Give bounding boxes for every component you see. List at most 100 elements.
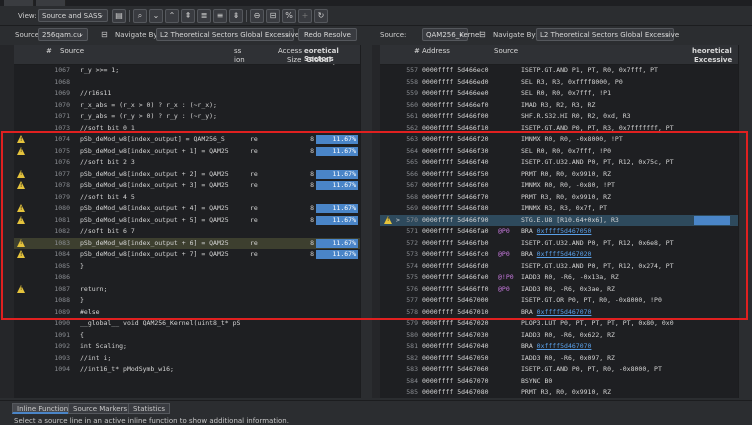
tab-statistics[interactable]: Statistics bbox=[128, 403, 170, 414]
table-row[interactable]: 557 0000ffff 5d466ec0 ISETP.GT.AND P1, PT,… bbox=[380, 65, 738, 77]
table-row[interactable]: 582 0000ffff 5d467050 IADD3 R0, -R6, 0x097… bbox=[380, 353, 738, 365]
unlink-icon[interactable]: ⊟ bbox=[266, 9, 280, 23]
table-row[interactable]: 579 0000ffff 5d467020 PLOP3.LUT P0, PT, PT… bbox=[380, 318, 738, 330]
table-row[interactable]: 1086 bbox=[14, 272, 360, 284]
percent-icon[interactable]: % bbox=[282, 9, 296, 23]
table-row[interactable]: 581 0000ffff 5d467040 BRA 0xffff5d467070 bbox=[380, 341, 738, 353]
table-row[interactable]: 1088} bbox=[14, 295, 360, 307]
table-row[interactable]: 572 0000ffff 5d466fb0 ISETP.GT.U32.AND P0,… bbox=[380, 238, 738, 250]
line-number: 1087 bbox=[54, 284, 70, 293]
table-row[interactable]: 560 0000ffff 5d466ef0 IMAD R3, R2, R3, RZ bbox=[380, 100, 738, 112]
table-row[interactable]: 566 0000ffff 5d466f50 PRMT R0, R0, 0x9910,… bbox=[380, 169, 738, 181]
redo-resolve-button[interactable]: Redo Resolve bbox=[298, 28, 357, 41]
table-row[interactable]: 1094 //int16_t* pModSymb_w16; bbox=[14, 364, 360, 376]
table-row[interactable]: 1068 bbox=[14, 77, 360, 89]
table-row[interactable]: 1090 __global__ void QAM256_Kernel(uint8_… bbox=[14, 318, 360, 330]
table-row[interactable]: 578 0000ffff 5d467010 BRA 0xffff5d467070 bbox=[380, 307, 738, 319]
table-row[interactable]: >5700000ffff 5d466f90STG.E.U8 [R10.64+0x… bbox=[380, 214, 738, 226]
table-row[interactable]: 1078 pSb_deMod_w8[index_output + 3] = QAM… bbox=[14, 180, 360, 192]
table-row[interactable]: 583 0000ffff 5d467060 ISETP.GT.AND P0, PT,… bbox=[380, 364, 738, 376]
table-row[interactable]: 571 0000ffff 5d466fa0 @P0 BRA 0xffff5d46705… bbox=[380, 226, 738, 238]
table-row[interactable]: 1087 return; bbox=[14, 284, 360, 296]
table-row[interactable]: 564 0000ffff 5d466f30 SEL R0, R0, 0x7fff, … bbox=[380, 146, 738, 158]
table-row[interactable]: 577 0000ffff 5d467000 ISETP.GT.OR P0, PT, … bbox=[380, 295, 738, 307]
search-icon[interactable]: ⌕ bbox=[133, 9, 147, 23]
table-row[interactable]: 580 0000ffff 5d467030 IADD3 R0, -R6, 0x622… bbox=[380, 330, 738, 342]
col-access-size-a[interactable]: Access bbox=[278, 47, 302, 55]
left-scrollbar[interactable] bbox=[360, 45, 370, 398]
table-row[interactable]: 1083 pSb_deMod_w8[index_output + 6] = QAM… bbox=[14, 237, 360, 249]
access-size: 8 bbox=[310, 238, 314, 247]
warning-icon bbox=[17, 284, 25, 293]
table-row[interactable]: 1077 pSb_deMod_w8[index_output + 2] = QAM… bbox=[14, 169, 360, 181]
table-row[interactable]: 1084 pSb_deMod_w8[index_output + 7] = QAM… bbox=[14, 249, 360, 261]
table-row[interactable]: 565 0000ffff 5d466f40 ISETP.GT.U32.AND P0,… bbox=[380, 157, 738, 169]
col-access-a[interactable]: ss bbox=[234, 47, 241, 55]
table-row[interactable]: 1076 //soft bit 2 3 bbox=[14, 157, 360, 169]
table-row[interactable]: 563 0000ffff 5d466f20 IMNMX R0, R0, -0x800… bbox=[380, 134, 738, 146]
right-scrollbar[interactable] bbox=[738, 45, 750, 398]
table-row[interactable]: 1080 pSb_deMod_w8[index_output + 4] = QAM… bbox=[14, 203, 360, 215]
table-row[interactable]: 569 0000ffff 5d466f80 IMNMX R3, R3, 0x7f, … bbox=[380, 203, 738, 215]
view-dropdown[interactable]: Source and SASS ⌄ bbox=[38, 9, 108, 22]
link-icon[interactable]: ⊖ bbox=[250, 9, 264, 23]
table-row[interactable]: 559 0000ffff 5d466ee0 SEL R0, R0, 0x7fff, … bbox=[380, 88, 738, 100]
branch-target-link[interactable]: 0xffff5d467020 bbox=[537, 250, 592, 258]
document-icon[interactable]: ▤ bbox=[112, 9, 126, 23]
chevron-up-icon[interactable]: ⌃ bbox=[165, 9, 179, 23]
table-row[interactable]: 562 0000ffff 5d466f10 ISETP.GT.AND P0, PT,… bbox=[380, 123, 738, 135]
table-row[interactable]: 1069 //r16s11 bbox=[14, 88, 360, 100]
table-row[interactable]: 574 0000ffff 5d466fd0 ISETP.GT.U32.AND P0,… bbox=[380, 261, 738, 273]
table-row[interactable]: 1075 pSb_deMod_w8[index_output + 1] = QAM… bbox=[14, 146, 360, 158]
table-row[interactable]: 1082 //soft bit 6 7 bbox=[14, 226, 360, 238]
col-address[interactable]: Address bbox=[422, 47, 450, 55]
col-hash[interactable]: # bbox=[46, 47, 52, 55]
plus-icon[interactable]: + bbox=[298, 9, 312, 23]
tab-source-markers[interactable]: Source Markers bbox=[68, 403, 133, 414]
col-hash[interactable]: # bbox=[414, 47, 420, 55]
table-row[interactable]: 1073 //soft bit 0 1 bbox=[14, 123, 360, 135]
branch-target-link[interactable]: 0xffff5d467050 bbox=[537, 227, 592, 235]
table-row[interactable]: 1071 r_y_abs = (r_y > 0) ? r_y : (~r_y); bbox=[14, 111, 360, 123]
table-row[interactable]: 1093 //int i; bbox=[14, 353, 360, 365]
table-row[interactable]: 561 0000ffff 5d466f00 SHF.R.S32.HI R0, R2,… bbox=[380, 111, 738, 123]
col-source[interactable]: Source bbox=[494, 47, 518, 55]
table-row[interactable]: 575 0000ffff 5d466fe0 @!P0 IADD3 R0, -R6, -… bbox=[380, 272, 738, 284]
branch-target-link[interactable]: 0xffff5d467070 bbox=[537, 342, 592, 350]
right-source-dropdown[interactable]: QAM256_Kernel ⌄ bbox=[422, 28, 481, 41]
refresh-icon[interactable]: ↻ bbox=[314, 9, 328, 23]
left-source-dropdown[interactable]: 256qam.cu ⌄ bbox=[38, 28, 88, 41]
address: 0000ffff 5d466f70 bbox=[422, 192, 489, 201]
table-row[interactable]: 1070 r_x_abs = (r_x > 0) ? r_x : (~r_x); bbox=[14, 100, 360, 112]
table-row[interactable]: 1079 //soft bit 4 5 bbox=[14, 192, 360, 204]
col-source[interactable]: Source bbox=[60, 47, 84, 55]
line-number: 585 bbox=[406, 388, 418, 396]
table-row[interactable]: 1067 r_y >>= 1; bbox=[14, 65, 360, 77]
chevron-down-icon[interactable]: ⌄ bbox=[149, 9, 163, 23]
table-row[interactable]: 584 0000ffff 5d467070 BSYNC B0 bbox=[380, 376, 738, 388]
sass-instruction: ISETP.GT.OR P0, PT, R0, -0x8000, !P0 bbox=[521, 296, 662, 304]
goto-bottom-icon[interactable]: ⇟ bbox=[229, 9, 243, 23]
table-row[interactable]: 1085} bbox=[14, 261, 360, 273]
table-row[interactable]: 1089 #else bbox=[14, 307, 360, 319]
table-row[interactable]: 1074 pSb_deMod_w8[index_output] = QAM256_… bbox=[14, 134, 360, 146]
rows-icon[interactable]: ≣ bbox=[197, 9, 211, 23]
left-navigate-dropdown[interactable]: L2 Theoretical Sectors Global Excessive ⌄ bbox=[156, 28, 299, 41]
table-row[interactable]: 568 0000ffff 5d466f70 PRMT R3, R0, 0x9910,… bbox=[380, 192, 738, 204]
table-row[interactable]: 558 0000ffff 5d466ed0 SEL R3, R3, 0xffff80… bbox=[380, 77, 738, 89]
col-theo-a[interactable]: heoretical bbox=[692, 47, 732, 55]
table-row[interactable]: 1092 int Scaling; bbox=[14, 341, 360, 353]
goto-top-icon[interactable]: ⇞ bbox=[181, 9, 195, 23]
table-row[interactable]: 1091 { bbox=[14, 330, 360, 342]
table-row[interactable]: 567 0000ffff 5d466f60 IMNMX R0, R0, -0x80,… bbox=[380, 180, 738, 192]
rows-alt-icon[interactable]: ≡ bbox=[213, 9, 227, 23]
table-row[interactable]: 1081 pSb_deMod_w8[index_output + 5] = QAM… bbox=[14, 215, 360, 227]
warning-icon bbox=[17, 204, 25, 212]
table-row[interactable]: 576 0000ffff 5d466ff0 @P0 IADD3 R0, -R6, 0x… bbox=[380, 284, 738, 296]
right-navigate-dropdown[interactable]: L2 Theoretical Sectors Global Excessive ⌄ bbox=[536, 28, 679, 41]
branch-target-link[interactable]: 0xffff5d467070 bbox=[537, 308, 592, 316]
sass-instruction: SHF.R.S32.HI R0, R2, 0xd, R3 bbox=[521, 112, 631, 120]
line-number: 1081 bbox=[54, 215, 70, 224]
table-row[interactable]: 585 0000ffff 5d467080 PRMT R3, R0, 0x9910,… bbox=[380, 387, 738, 398]
table-row[interactable]: 573 0000ffff 5d466fc0 @P0 BRA 0xffff5d46702… bbox=[380, 249, 738, 261]
